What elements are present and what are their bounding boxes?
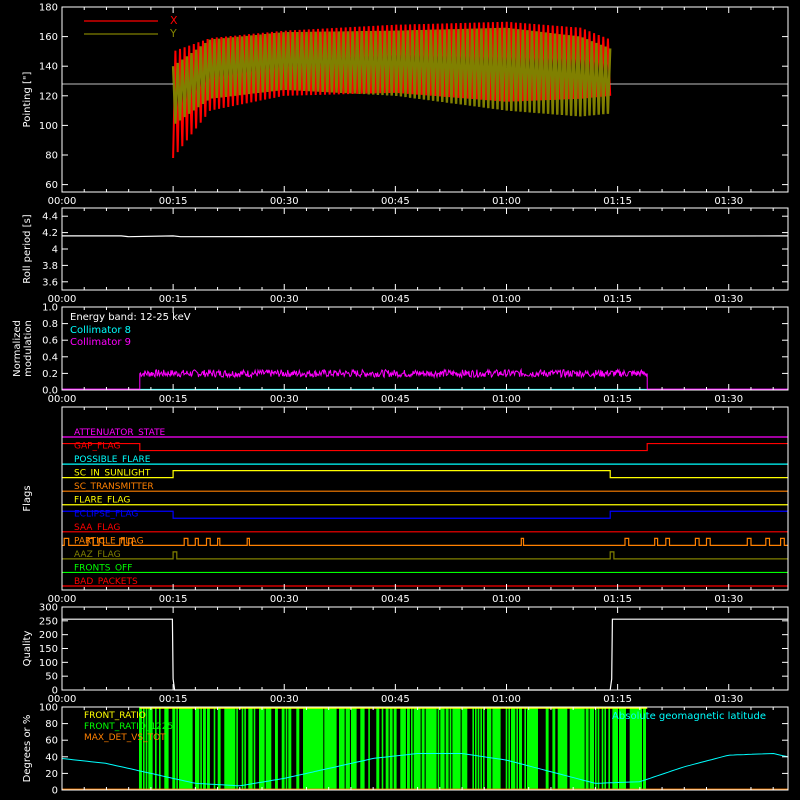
y-tick-label: 0.4 (42, 352, 58, 363)
y-tick-label: 60 (45, 180, 58, 191)
flag-label: BAD_PACKETS (74, 577, 138, 587)
x-tick-label: 00:30 (270, 594, 299, 605)
x-tick-label: 01:00 (492, 294, 521, 305)
x-tick-label: 01:00 (492, 394, 521, 405)
x-tick-label: 00:15 (159, 694, 188, 705)
y-tick-label: 60 (45, 736, 58, 747)
x-tick-label: 00:15 (159, 594, 188, 605)
legend-label: FRONT_RATIO_1225 (84, 722, 173, 732)
y-axis-label: modulation (23, 320, 34, 377)
x-tick-label: 00:45 (381, 594, 410, 605)
x-tick-label: 01:30 (714, 694, 743, 705)
legend-label: Collimator 8 (70, 325, 131, 336)
hessi-quicklook-figure: XY 00:00 00:15 00:30 00:45 01:00 01:15 01:30 60 8… (0, 0, 800, 800)
x-tick-label: 01:15 (603, 294, 632, 305)
y-tick-label: 250 (39, 616, 58, 627)
legend-label: MAX_DET_VS_TOT (84, 733, 166, 743)
flag-label: SAA_FLAG (74, 523, 120, 533)
legend-label: FRONT_RATIO (84, 711, 146, 721)
y-tick-label: 20 (45, 769, 58, 780)
x-tick-label: 00:30 (270, 294, 299, 305)
y-tick-label: 0.6 (42, 336, 58, 347)
flag-label: SC_TRANSMITTER (74, 482, 154, 492)
x-tick-label: 00:45 (381, 294, 410, 305)
y-tick-label: 200 (39, 630, 58, 641)
x-tick-label: 01:15 (603, 394, 632, 405)
x-tick-label: 00:30 (270, 694, 299, 705)
flag-label: AAZ_FLAG (74, 550, 121, 560)
y-tick-label: 50 (45, 672, 58, 683)
x-tick-label: 01:30 (714, 294, 743, 305)
y-tick-label: 100 (39, 658, 58, 669)
flag-label: FLARE_FLAG (74, 496, 130, 506)
x-tick-label: 01:30 (714, 394, 743, 405)
flag-label: ECLIPSE_FLAG (74, 509, 138, 519)
legend-label: Y (169, 27, 177, 40)
flag-label: GAP_FLAG (74, 442, 120, 452)
x-tick-label: 01:00 (492, 694, 521, 705)
legend-title: Energy band: 12-25 keV (70, 312, 191, 323)
x-tick-label: 00:00 (48, 196, 77, 207)
y-axis-label: Pointing ["] (22, 71, 33, 127)
y-tick-label: 80 (45, 151, 58, 162)
y-tick-label: 4.4 (42, 212, 58, 223)
y-tick-label: 0 (52, 786, 58, 797)
x-tick-label: 00:30 (270, 394, 299, 405)
flag-label: SC_IN_SUNLIGHT (74, 469, 151, 479)
y-axis-label: Flags (22, 485, 33, 511)
y-tick-label: 1.0 (42, 303, 58, 314)
x-tick-label: 00:45 (381, 394, 410, 405)
y-axis-label: Roll period [s] (22, 214, 33, 283)
y-tick-label: 140 (39, 62, 58, 73)
y-tick-label: 150 (39, 644, 58, 655)
y-tick-label: 120 (39, 91, 58, 102)
y-tick-label: 100 (39, 121, 58, 132)
x-tick-label: 00:15 (159, 196, 188, 207)
y-axis-label: Normalized (12, 320, 23, 377)
x-tick-label: 00:30 (270, 196, 299, 207)
y-axis-label: Degrees or % (22, 715, 33, 783)
x-tick-label: 01:30 (714, 196, 743, 207)
y-tick-label: 0 (52, 686, 58, 697)
x-tick-label: 00:45 (381, 694, 410, 705)
x-tick-label: 01:00 (492, 196, 521, 207)
flag-label: FRONTS_OFF (74, 563, 132, 573)
x-tick-label: 01:00 (492, 594, 521, 605)
y-tick-label: 160 (39, 32, 58, 43)
y-tick-label: 180 (39, 3, 58, 14)
legend-label: X (170, 14, 178, 27)
y-tick-label: 80 (45, 719, 58, 730)
x-tick-label: 01:15 (603, 694, 632, 705)
x-tick-label: 00:45 (381, 196, 410, 207)
flag-label: ATTENUATOR_STATE (74, 428, 166, 438)
flag-label: POSSIBLE_FLARE (74, 455, 151, 465)
legend-label: Collimator 9 (70, 337, 131, 348)
latitude-label: Absolute geomagnetic latitude (612, 711, 766, 722)
x-tick-label: 01:15 (603, 196, 632, 207)
y-tick-label: 3.8 (42, 261, 58, 272)
y-tick-label: 3.6 (42, 277, 58, 288)
y-tick-label: 0.2 (42, 369, 58, 380)
flag-label: PARTICLE_FLAG (74, 536, 144, 546)
y-tick-label: 100 (39, 703, 58, 714)
y-tick-label: 300 (39, 603, 58, 614)
y-tick-label: 0.8 (42, 319, 58, 330)
y-axis-label: Quality (22, 631, 33, 667)
x-tick-label: 01:30 (714, 594, 743, 605)
y-tick-label: 4 (52, 245, 58, 256)
x-tick-label: 01:15 (603, 594, 632, 605)
y-tick-label: 0.0 (42, 386, 58, 397)
x-tick-label: 00:15 (159, 294, 188, 305)
x-tick-label: 00:15 (159, 394, 188, 405)
y-tick-label: 4.2 (42, 228, 58, 239)
y-tick-label: 40 (45, 752, 58, 763)
